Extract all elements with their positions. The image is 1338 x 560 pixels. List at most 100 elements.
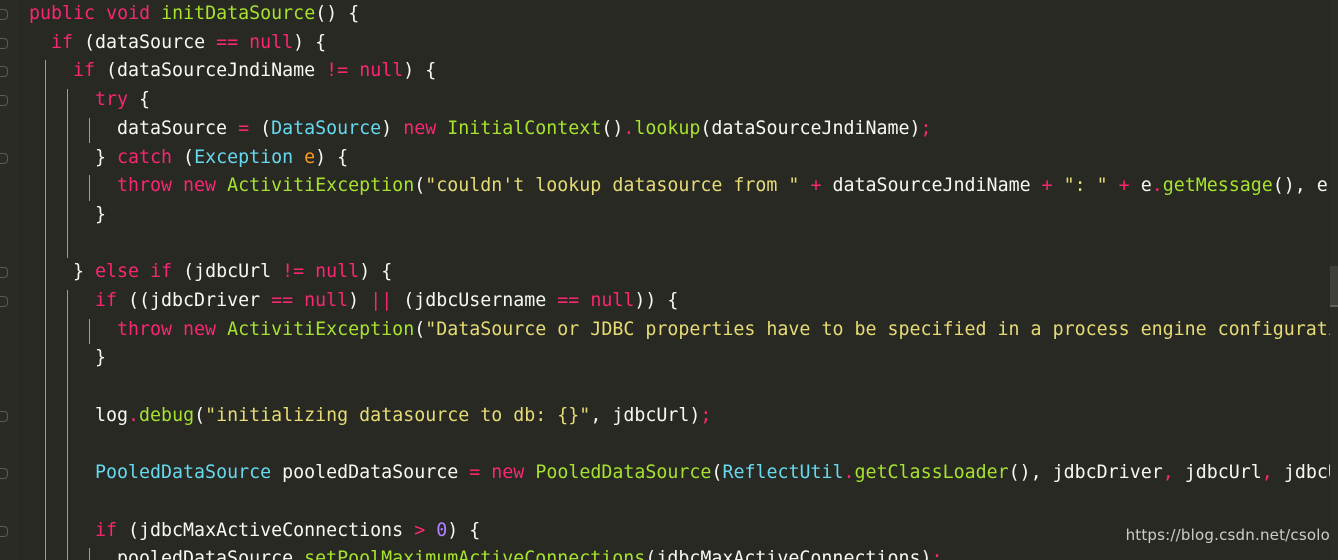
fold-marker-icon[interactable] xyxy=(0,152,8,164)
fold-marker-icon[interactable] xyxy=(0,95,8,107)
fold-marker-icon[interactable] xyxy=(0,468,8,480)
code-token: ReflectUtil xyxy=(722,462,844,484)
code-line[interactable]: } xyxy=(95,344,106,372)
code-token: dataSourceJndiName xyxy=(821,175,1042,197)
fold-marker-icon[interactable] xyxy=(0,267,8,279)
code-token: + xyxy=(1041,175,1053,197)
code-token: null xyxy=(304,290,349,311)
code-token: { xyxy=(128,89,151,111)
code-token: , xyxy=(1261,462,1273,484)
fold-marker-icon[interactable] xyxy=(0,66,8,78)
code-token: ( xyxy=(414,318,426,340)
code-token: debug xyxy=(139,404,195,426)
code-token: . xyxy=(293,548,305,560)
code-token: () { xyxy=(315,3,360,24)
code-line[interactable]: if (dataSource == null) { xyxy=(51,29,326,57)
code-line[interactable]: throw new ActivitiException("DataSource … xyxy=(117,316,1330,344)
code-token: = xyxy=(469,462,481,484)
code-token: lookup xyxy=(634,117,701,139)
code-line[interactable]: } catch (Exception e) { xyxy=(95,144,348,172)
indent-guide xyxy=(67,290,68,560)
code-token: ( xyxy=(414,175,426,197)
code-token: ActivitiException xyxy=(227,175,415,197)
code-token: == xyxy=(557,290,580,311)
code-token: jdbcUrl xyxy=(1173,462,1262,484)
scrollbar-marker xyxy=(1330,305,1338,307)
code-token: getClassLoader xyxy=(854,462,1009,484)
code-editor[interactable]: public void initDataSource() {if (dataSo… xyxy=(29,0,1330,560)
code-token: void xyxy=(106,3,151,24)
code-token: pooledDataSource xyxy=(117,548,294,560)
code-token: public xyxy=(29,3,96,24)
code-token: throw xyxy=(117,175,173,197)
scrollbar-thumb[interactable] xyxy=(1330,266,1338,306)
code-token: , jdbcUrl) xyxy=(590,404,701,426)
code-token: (), e); xyxy=(1272,175,1330,197)
code-line[interactable]: log.debug("initializing datasource to db… xyxy=(95,402,711,430)
code-token: + xyxy=(810,175,822,197)
code-token: PooledDataSource xyxy=(95,462,272,484)
code-token: ( xyxy=(172,146,195,168)
code-token: log xyxy=(95,404,129,426)
code-token: == xyxy=(216,31,239,53)
code-line[interactable]: try { xyxy=(95,86,150,114)
code-line[interactable]: pooledDataSource.setPoolMaximumActiveCon… xyxy=(117,545,943,560)
code-token: new xyxy=(403,117,437,139)
code-token: ) { xyxy=(359,261,393,283)
code-token: ( xyxy=(194,404,206,426)
code-token: } xyxy=(95,203,107,225)
code-line[interactable]: } else if (jdbcUrl != null) { xyxy=(73,258,392,286)
code-token: catch xyxy=(117,146,173,168)
code-token: ) xyxy=(348,290,371,311)
code-line[interactable]: dataSource = (DataSource) new InitialCon… xyxy=(117,115,932,143)
code-token: , xyxy=(1162,462,1174,484)
code-token: ; xyxy=(931,548,943,560)
code-token: != xyxy=(326,60,349,82)
code-token: e xyxy=(304,146,316,168)
code-token: = xyxy=(238,117,250,139)
code-line[interactable]: if (jdbcMaxActiveConnections > 0) { xyxy=(95,517,480,545)
code-token: ( xyxy=(711,462,723,484)
code-line[interactable]: public void initDataSource() { xyxy=(29,0,359,28)
fold-marker-icon[interactable] xyxy=(0,9,8,20)
code-token: != xyxy=(282,261,305,283)
code-token: . xyxy=(128,404,140,426)
code-token: ) { xyxy=(293,31,327,53)
code-line[interactable]: if ((jdbcDriver == null) || (jdbcUsernam… xyxy=(95,287,678,315)
code-token: } xyxy=(73,261,96,283)
code-token: ; xyxy=(700,404,712,426)
code-token: InitialContext xyxy=(447,117,602,139)
code-token: dataSource xyxy=(117,117,239,139)
fold-marker-icon[interactable] xyxy=(0,525,8,537)
code-token: pooledDataSource xyxy=(271,462,470,484)
fold-marker-icon[interactable] xyxy=(0,37,8,49)
code-token: ActivitiException xyxy=(227,318,415,340)
code-line[interactable]: if (dataSourceJndiName != null) { xyxy=(73,57,436,85)
fold-marker-icon[interactable] xyxy=(0,296,8,307)
code-line[interactable]: } xyxy=(95,201,106,229)
code-line[interactable]: PooledDataSource pooledDataSource = new … xyxy=(95,459,1330,487)
code-token: } xyxy=(95,347,107,369)
line-gutter xyxy=(0,0,18,560)
code-token: null xyxy=(590,290,635,311)
code-token: ( xyxy=(249,117,272,139)
code-token: (jdbcMaxActiveConnections) xyxy=(645,548,932,560)
code-token: "initializing datasource to db: {}" xyxy=(205,404,591,426)
code-token: + xyxy=(1118,175,1130,197)
vertical-scrollbar[interactable] xyxy=(1330,0,1338,560)
code-line[interactable]: throw new ActivitiException("couldn't lo… xyxy=(117,172,1330,200)
code-token: ; xyxy=(920,117,932,139)
code-token: ((jdbcDriver xyxy=(117,290,272,311)
fold-marker-icon[interactable] xyxy=(0,410,8,422)
